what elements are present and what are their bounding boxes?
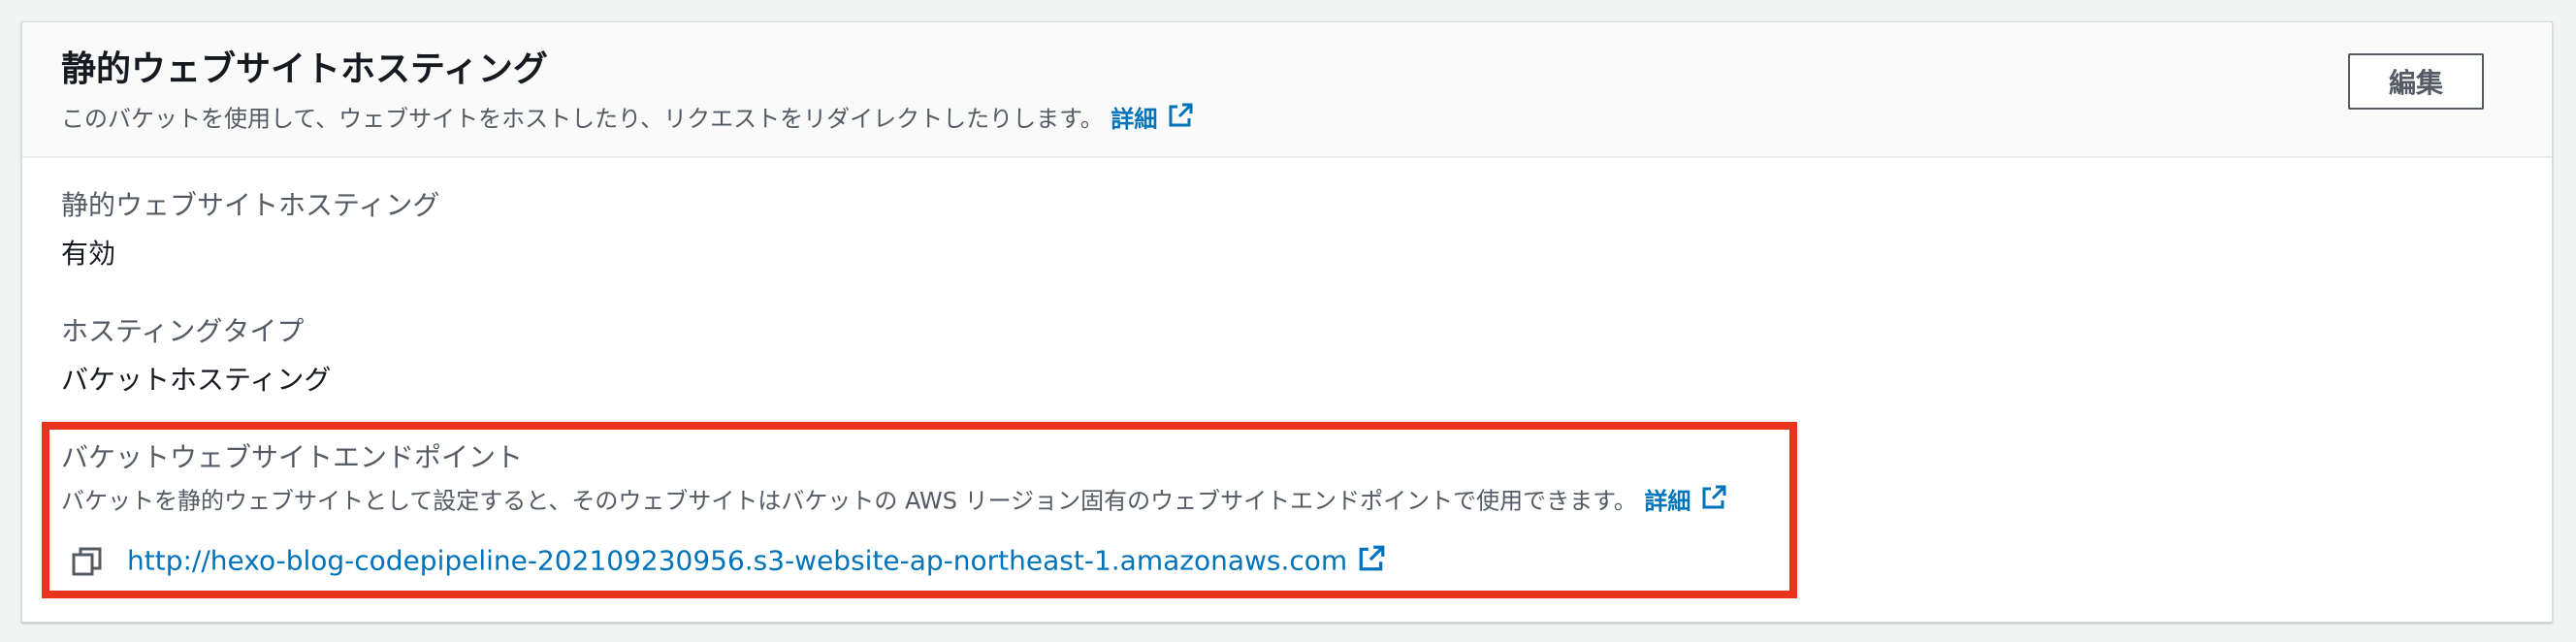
endpoint-description-text: バケットを静的ウェブサイトとして設定すると、そのウェブサイトはバケットの AWS… [61,487,1637,515]
details-link-label: 詳細 [1111,105,1158,133]
static-hosting-value: 有効 [61,238,116,270]
external-link-icon [1700,484,1727,520]
endpoint-label: バケットウェブサイトエンドポイント [61,441,524,473]
external-link-icon [1167,102,1194,138]
hosting-type-label: ホスティングタイプ [61,315,305,347]
endpoint-description: バケットを静的ウェブサイトとして設定すると、そのウェブサイトはバケットの AWS… [61,484,1727,520]
static-website-hosting-panel: 静的ウェブサイトホスティング このバケットを使用して、ウェブサイトをホストしたり… [21,21,2553,623]
endpoint-url-row: http://hexo-blog-codepipeline-2021092309… [71,540,1386,583]
panel-description: このバケットを使用して、ウェブサイトをホストしたり、リクエストをリダイレクトした… [61,102,1194,138]
endpoint-details-link[interactable]: 詳細 [1644,485,1727,515]
external-link-icon [1357,544,1386,580]
details-link[interactable]: 詳細 [1111,103,1194,133]
edit-button[interactable]: 編集 [2348,53,2484,110]
hosting-type-value: バケットホスティング [61,364,332,396]
panel-header: 静的ウェブサイトホスティング このバケットを使用して、ウェブサイトをホストしたり… [22,22,2552,158]
static-hosting-label: 静的ウェブサイトホスティング [61,189,440,221]
panel-description-text: このバケットを使用して、ウェブサイトをホストしたり、リクエストをリダイレクトした… [61,105,1104,133]
panel-title: 静的ウェブサイトホスティング [61,49,548,89]
endpoint-url-text: http://hexo-blog-codepipeline-2021092309… [127,544,1348,576]
endpoint-details-link-label: 詳細 [1644,487,1691,515]
copy-icon[interactable] [71,545,104,578]
endpoint-url-link[interactable]: http://hexo-blog-codepipeline-2021092309… [127,544,1386,580]
